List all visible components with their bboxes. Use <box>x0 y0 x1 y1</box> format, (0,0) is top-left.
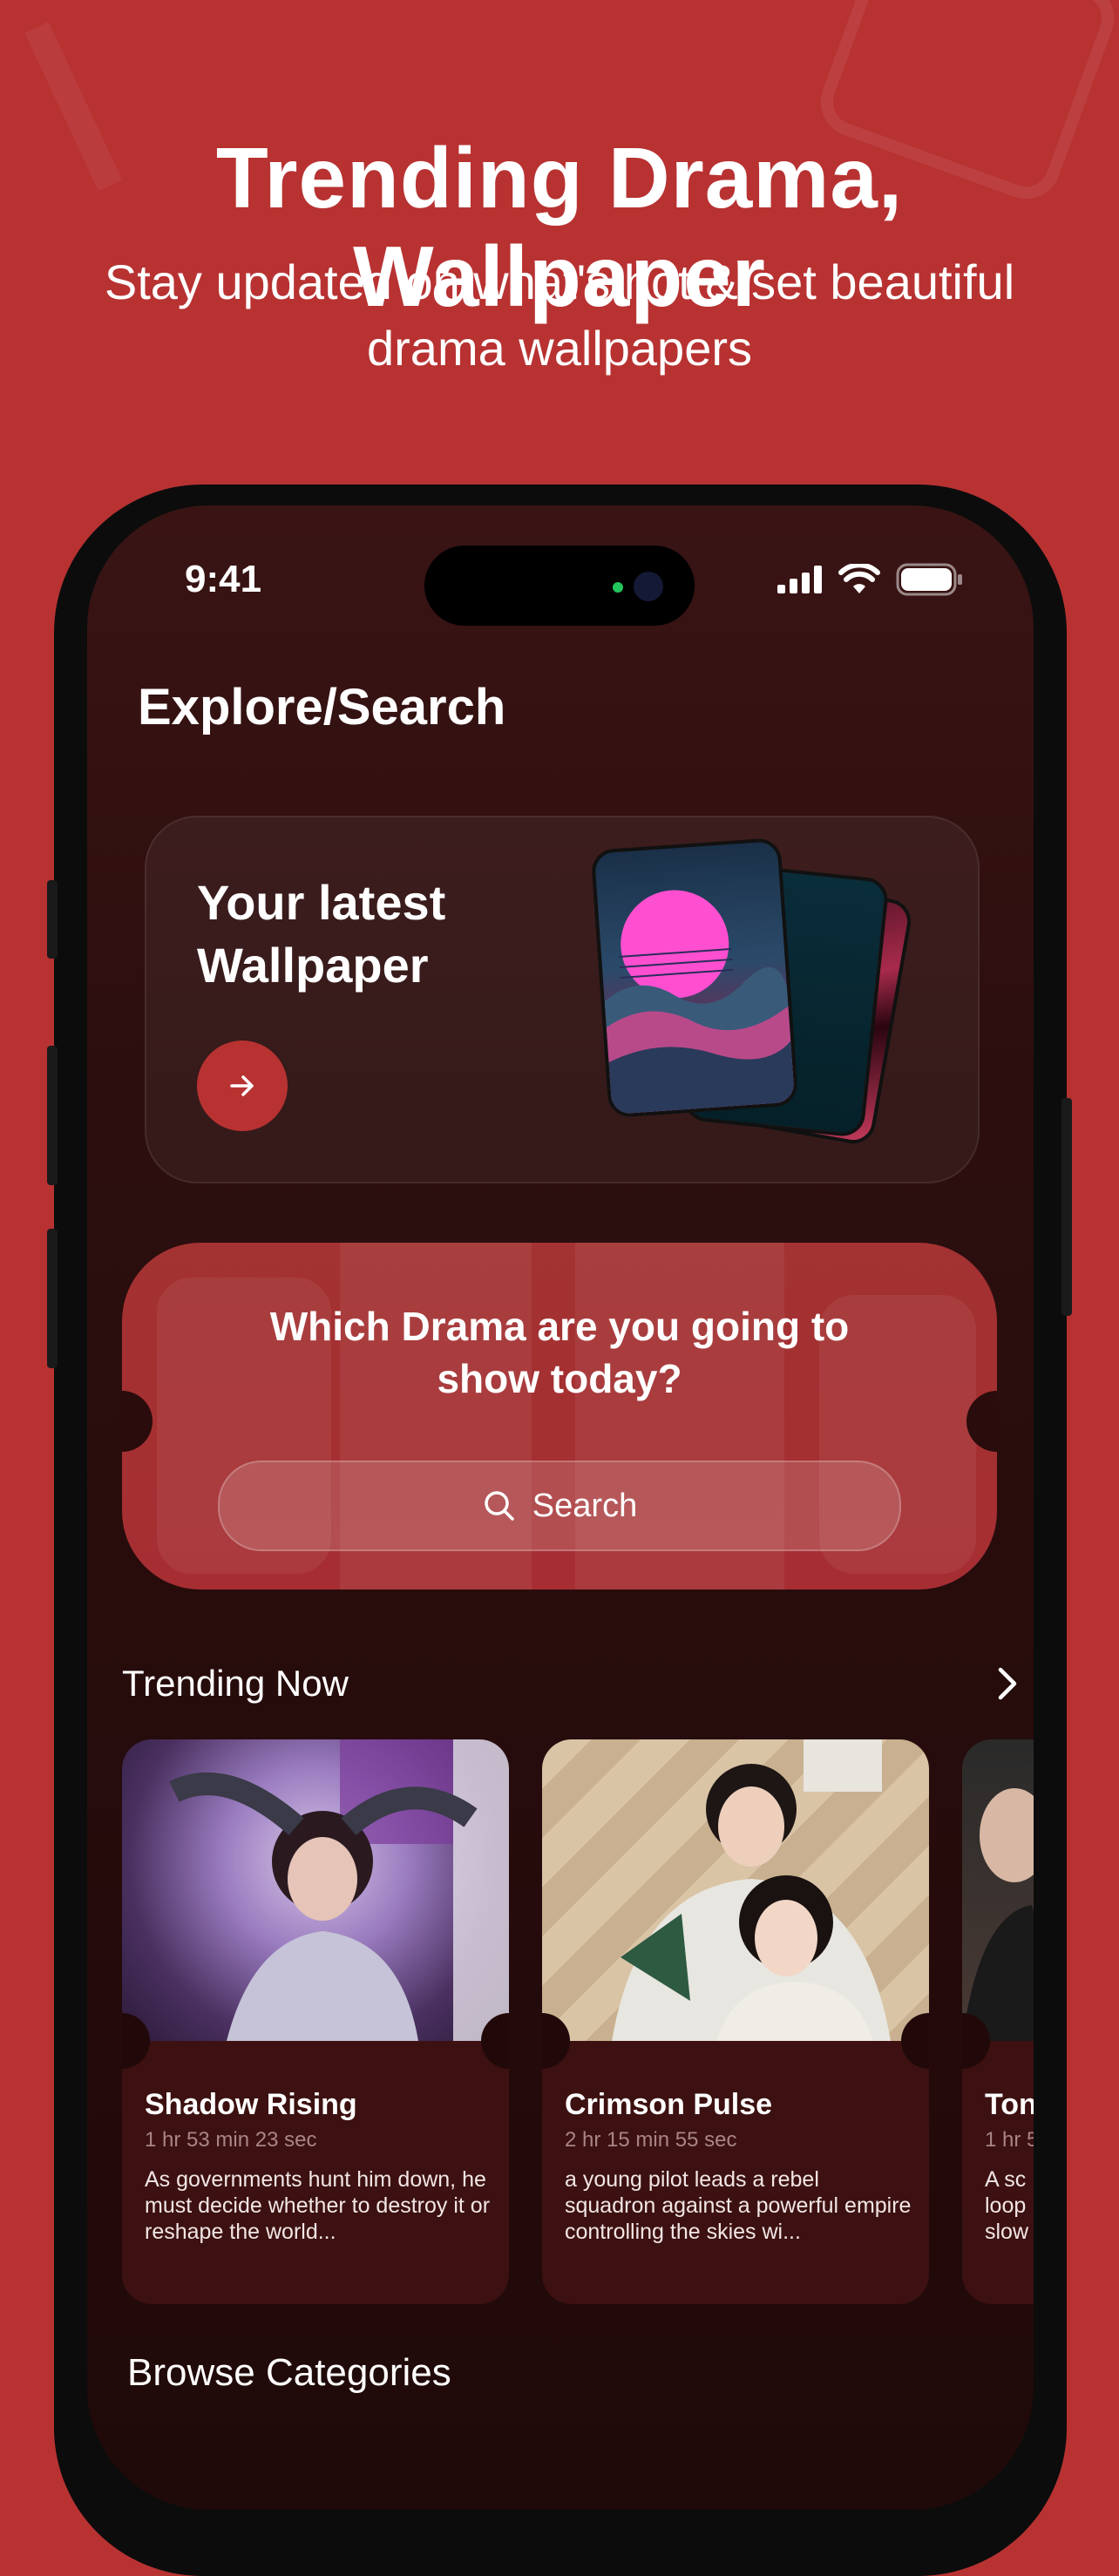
latest-wallpaper-card[interactable]: Your latest Wallpaper <box>145 816 980 1183</box>
trending-see-all-button[interactable] <box>990 1663 1025 1709</box>
promo-subline: Stay updated on what's hot & set beautif… <box>104 254 1015 376</box>
search-input[interactable]: Search <box>218 1461 901 1551</box>
chevron-right-icon <box>998 1667 1017 1700</box>
dynamic-island <box>424 546 695 626</box>
phone-volume-down <box>47 1229 58 1368</box>
trending-title: Trending Now <box>122 1663 349 1704</box>
wifi-icon <box>838 564 880 593</box>
phone-mute-switch <box>47 880 58 959</box>
phone-volume-up <box>47 1046 58 1185</box>
phone-power-button <box>1061 1098 1072 1316</box>
search-card: Which Drama are you going to show today?… <box>122 1243 997 1590</box>
trending-card[interactable]: Crimson Pulse 2 hr 15 min 55 sec a young… <box>542 1739 929 2304</box>
trending-card[interactable]: Shadow Rising 1 hr 53 min 23 sec As gove… <box>122 1739 509 2304</box>
card-title: Ton <box>985 2088 1034 2121</box>
search-icon <box>485 1491 514 1521</box>
card-description: A sc loop slow <box>985 2167 1028 2244</box>
battery-icon <box>896 563 962 596</box>
status-icons <box>777 563 964 596</box>
card-description: a young pilot leads a rebel squadron aga… <box>565 2167 912 2244</box>
status-time: 9:41 <box>185 558 262 600</box>
card-title: Crimson Pulse <box>565 2088 773 2121</box>
arrow-right-icon <box>230 1075 254 1096</box>
open-wallpaper-button[interactable] <box>197 1041 288 1131</box>
search-label: Search <box>532 1487 638 1524</box>
trending-card[interactable]: Ton 1 hr 5 A sc loop slow <box>962 1739 1034 2304</box>
page-title: Explore/Search <box>138 679 506 736</box>
card-title: Shadow Rising <box>145 2088 357 2121</box>
drama-poster <box>542 1739 929 2041</box>
card-duration: 1 hr 5 <box>985 2128 1034 2152</box>
browse-categories-title: Browse Categories <box>127 2351 451 2394</box>
card-description: As governments hunt him down, he must de… <box>145 2167 491 2244</box>
latest-wallpaper-title: Your latest Wallpaper <box>197 875 446 993</box>
wallpaper-stack-image <box>590 837 915 1166</box>
card-duration: 2 hr 15 min 55 sec <box>565 2128 737 2152</box>
drama-poster <box>962 1739 1034 2041</box>
search-prompt: Which Drama are you going to show today? <box>269 1304 850 1401</box>
card-duration: 1 hr 53 min 23 sec <box>145 2128 317 2152</box>
app-screen: 9:41 Explore/Search Your latest Wallpape… <box>87 505 1034 2510</box>
drama-poster <box>122 1739 509 2041</box>
signal-icon <box>777 566 822 593</box>
trending-list: Shadow Rising 1 hr 53 min 23 sec As gove… <box>122 1739 1034 2304</box>
